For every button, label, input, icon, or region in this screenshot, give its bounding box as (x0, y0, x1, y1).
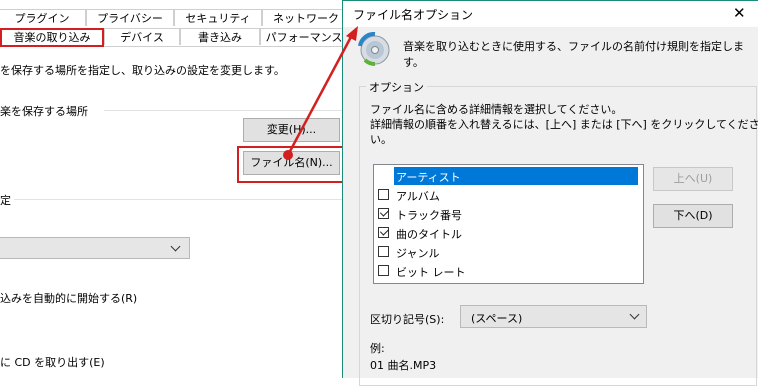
annotation-arrow (283, 26, 358, 160)
arrow-head (346, 26, 358, 41)
arrow-origin-dot (283, 150, 293, 160)
arrow-line (286, 34, 354, 156)
